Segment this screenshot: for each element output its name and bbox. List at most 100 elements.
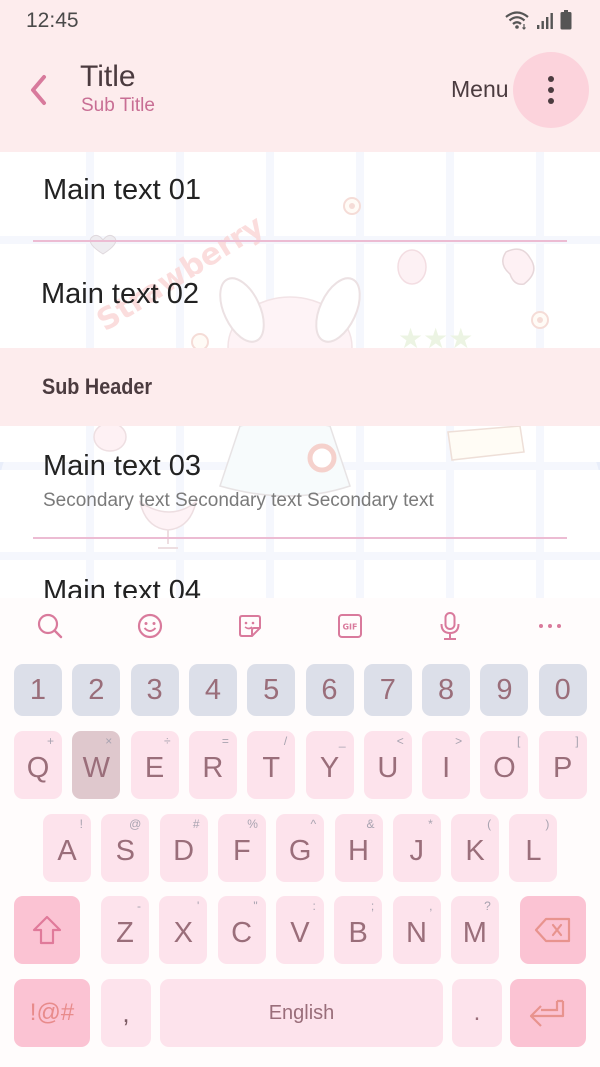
key-hint-label: _ bbox=[338, 734, 346, 748]
key-h[interactable]: & H bbox=[334, 814, 383, 882]
symbols-key-label: !@# bbox=[29, 999, 75, 1026]
key-j[interactable]: * J bbox=[392, 814, 441, 882]
list-item[interactable]: Main text 01 bbox=[0, 152, 600, 240]
key-label: T bbox=[262, 751, 281, 784]
search-icon bbox=[37, 613, 63, 639]
key-i[interactable]: > I bbox=[422, 731, 471, 799]
number-key-9[interactable]: 9 bbox=[480, 664, 529, 716]
key-n[interactable]: ,N bbox=[392, 896, 441, 964]
number-key-1[interactable]: 1 bbox=[14, 664, 62, 716]
key-o[interactable]: [O bbox=[480, 731, 529, 799]
more-vertical-icon-dot bbox=[548, 87, 554, 93]
list-item-main-text: Main text 01 bbox=[43, 174, 201, 206]
period-key[interactable]: . bbox=[452, 979, 502, 1047]
key-x[interactable]: ' X bbox=[159, 896, 208, 964]
key-y[interactable]: _ Y bbox=[305, 731, 354, 799]
list-item[interactable]: Main text 04 bbox=[0, 539, 600, 598]
key-label: F bbox=[233, 834, 251, 867]
status-icons bbox=[504, 10, 572, 30]
key-label: W bbox=[82, 751, 110, 784]
key-t[interactable]: / T bbox=[247, 731, 296, 799]
key-label: H bbox=[348, 834, 369, 867]
key-z[interactable]: -Z bbox=[101, 896, 149, 964]
key-label: U bbox=[377, 751, 399, 784]
key-label: 2 bbox=[88, 673, 105, 706]
menu-button[interactable]: Menu bbox=[451, 76, 509, 103]
list-subheader: Sub Header bbox=[42, 374, 153, 399]
key-hint-label: & bbox=[366, 817, 375, 831]
keyboard-sticker-button[interactable] bbox=[230, 608, 270, 644]
back-button[interactable] bbox=[20, 70, 56, 110]
status-bar: 12:45 bbox=[0, 0, 600, 42]
key-label: V bbox=[290, 916, 310, 949]
key-hint-label: ; bbox=[370, 899, 375, 913]
status-time: 12:45 bbox=[26, 9, 79, 32]
key-label: P bbox=[553, 751, 573, 784]
key-s[interactable]: @ S bbox=[101, 814, 150, 882]
shift-key[interactable] bbox=[14, 896, 80, 964]
key-r[interactable]: = R bbox=[188, 731, 237, 799]
key-d[interactable]: # D bbox=[159, 814, 208, 882]
number-key-3[interactable]: 3 bbox=[130, 664, 179, 716]
key-a[interactable]: ! A bbox=[43, 814, 91, 882]
comma-key[interactable]: , bbox=[101, 979, 151, 1047]
list-item[interactable]: Main text 02 bbox=[0, 242, 600, 348]
key-f[interactable]: % F bbox=[217, 814, 266, 882]
key-hint-label: ) bbox=[545, 817, 550, 831]
more-options-button[interactable] bbox=[513, 52, 589, 128]
number-key-8[interactable]: 8 bbox=[422, 664, 471, 716]
number-key-5[interactable]: 5 bbox=[247, 664, 296, 716]
key-label: Q bbox=[26, 751, 50, 784]
key-label: A bbox=[57, 834, 77, 867]
app-bar: Title Sub Title Menu bbox=[0, 42, 600, 142]
key-g[interactable]: ^ G bbox=[276, 814, 325, 882]
key-l[interactable]: ) L bbox=[509, 814, 558, 882]
number-key-7[interactable]: 7 bbox=[363, 664, 412, 716]
key-label: 1 bbox=[29, 673, 47, 706]
chevron-left-icon bbox=[31, 75, 46, 105]
key-m[interactable]: ? M bbox=[450, 896, 499, 964]
key-label: E bbox=[144, 751, 165, 784]
keyboard-more-button[interactable] bbox=[530, 608, 570, 644]
key-hint-label: # bbox=[192, 817, 200, 831]
key-b[interactable]: ; B bbox=[334, 896, 383, 964]
number-key-0[interactable]: 0 bbox=[538, 664, 587, 716]
key-p[interactable]: ] P bbox=[538, 731, 587, 799]
svg-text:GIF: GIF bbox=[342, 623, 357, 632]
key-label: Y bbox=[319, 751, 340, 784]
key-v[interactable]: :V bbox=[275, 896, 324, 964]
backspace-key[interactable] bbox=[520, 896, 586, 964]
key-hint-label: ? bbox=[484, 899, 491, 913]
key-label: 8 bbox=[438, 673, 455, 706]
key-label: 0 bbox=[554, 673, 571, 706]
keyboard-emoji-button[interactable] bbox=[130, 608, 170, 644]
key-k[interactable]: (K bbox=[451, 814, 500, 882]
key-w[interactable]: × W bbox=[72, 731, 121, 799]
more-horizontal-icon bbox=[539, 624, 561, 628]
key-u[interactable]: < U bbox=[363, 731, 412, 799]
number-key-6[interactable]: 6 bbox=[305, 664, 354, 716]
number-key-4[interactable]: 4 bbox=[188, 664, 237, 716]
microphone-icon bbox=[440, 612, 460, 640]
list-content[interactable]: Strawberry ★★★ bbox=[0, 152, 600, 598]
list-item[interactable]: Main text 03 Secondary text Secondary te… bbox=[0, 426, 600, 538]
key-hint-label: < bbox=[396, 734, 404, 748]
number-key-2[interactable]: 2 bbox=[72, 664, 121, 716]
key-c[interactable]: " C bbox=[217, 896, 266, 964]
key-hint-label: > bbox=[455, 734, 463, 748]
keyboard-voice-button[interactable] bbox=[430, 608, 470, 644]
key-q[interactable]: + Q bbox=[14, 731, 62, 799]
signal-icon bbox=[537, 13, 553, 29]
enter-key[interactable] bbox=[510, 979, 586, 1047]
key-label: 6 bbox=[321, 673, 338, 706]
key-label: X bbox=[173, 916, 193, 949]
key-hint-label: ( bbox=[487, 817, 492, 831]
emoji-icon bbox=[137, 613, 163, 639]
keyboard-gif-button[interactable]: GIF bbox=[330, 608, 370, 644]
keyboard-search-button[interactable] bbox=[30, 608, 70, 644]
key-hint-label: * bbox=[428, 817, 433, 831]
key-e[interactable]: ÷ E bbox=[130, 731, 179, 799]
symbols-key[interactable]: !@# bbox=[14, 979, 90, 1047]
space-key[interactable]: English bbox=[160, 979, 443, 1047]
key-label: C bbox=[231, 916, 253, 949]
